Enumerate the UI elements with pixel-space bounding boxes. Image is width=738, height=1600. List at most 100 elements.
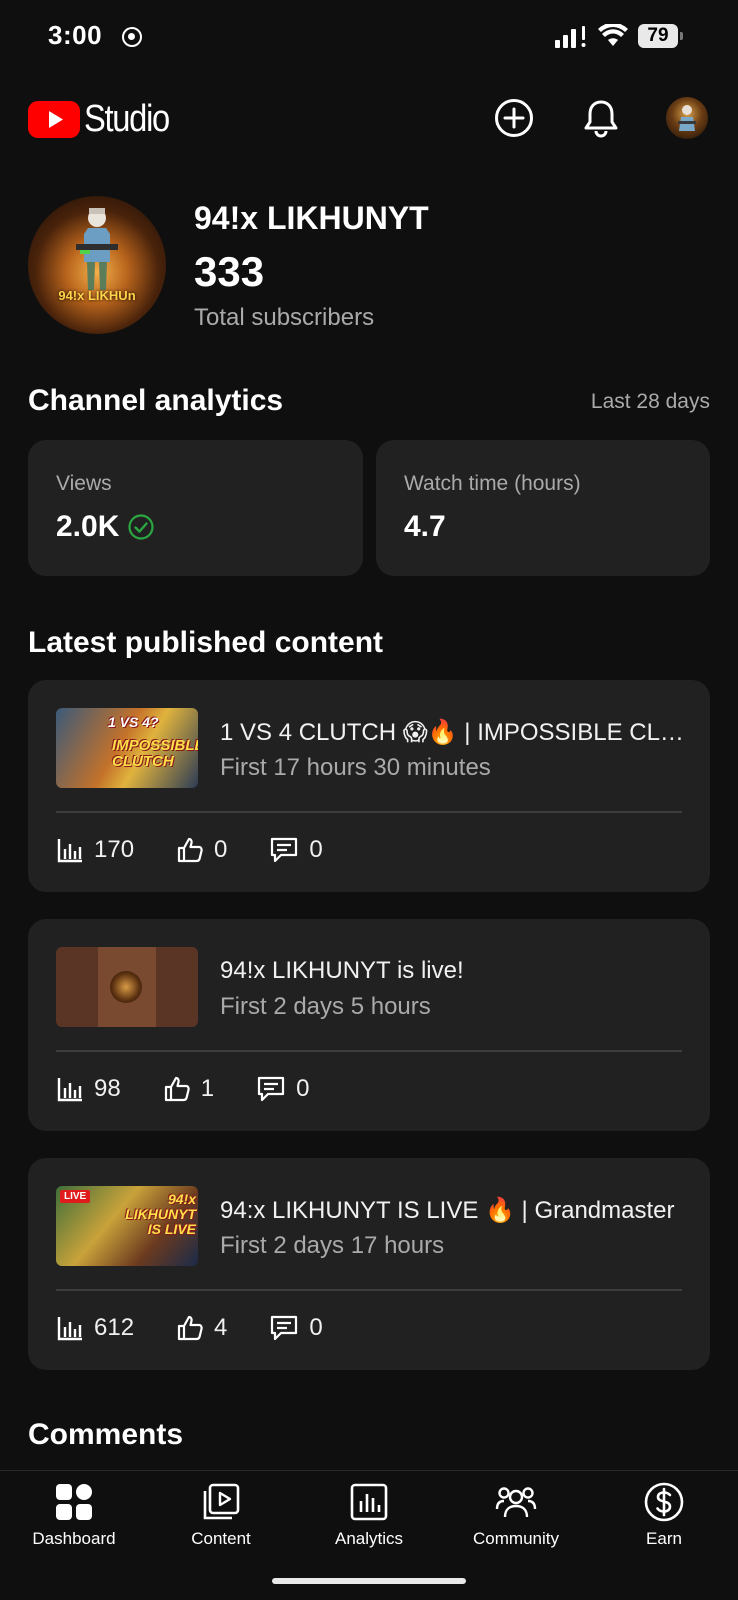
- comments-count: 0: [309, 1314, 323, 1341]
- nav-analytics-label: Analytics: [334, 1529, 404, 1548]
- status-time: 3:00: [48, 20, 103, 50]
- nav-community[interactable]: Community: [446, 1481, 586, 1549]
- comments-count: 0: [296, 1075, 310, 1102]
- video-thumbnail: [56, 947, 198, 1027]
- views-stat: 612: [56, 1314, 134, 1342]
- content-library-icon: [203, 1483, 240, 1520]
- thumbnail-badge-text: 1 VS 4?: [108, 714, 159, 730]
- nav-analytics[interactable]: Analytics: [299, 1481, 439, 1549]
- community-icon: [495, 1487, 537, 1518]
- comments-count: 0: [309, 836, 323, 863]
- account-avatar[interactable]: [666, 97, 708, 139]
- dollar-circle-icon: [644, 1482, 684, 1522]
- views-stat: 170: [56, 836, 134, 864]
- cellular-signal-icon: [555, 26, 586, 48]
- nav-dashboard[interactable]: Dashboard: [4, 1481, 144, 1549]
- divider: [56, 1050, 682, 1052]
- nav-dashboard-label: Dashboard: [32, 1529, 116, 1548]
- bar-chart-icon: [57, 1317, 82, 1341]
- views-count: 98: [94, 1075, 121, 1102]
- video-stats: 612 4 0: [56, 1310, 365, 1346]
- thumbnail-title-text: IMPOSSIBLE CLUTCH: [112, 737, 198, 770]
- watch-time-value: 4.7: [404, 510, 446, 543]
- comments-title: Comments: [28, 1418, 184, 1451]
- video-title: 94!x LIKHUNYT is live!: [220, 957, 464, 984]
- subscriber-count: 333: [194, 248, 265, 295]
- analytics-range: Last 28 days: [590, 390, 710, 413]
- youtube-play-icon: [28, 101, 80, 138]
- watch-time-value-row: 4.7: [404, 510, 446, 544]
- divider: [56, 1289, 682, 1291]
- avatar-figure-icon: [678, 105, 696, 131]
- likes-count: 4: [214, 1314, 228, 1341]
- status-bar: 3:00 79: [0, 0, 738, 72]
- likes-stat: 0: [176, 836, 227, 864]
- views-card[interactable]: Views 2.0K: [28, 440, 363, 576]
- bar-chart-icon: [57, 1078, 82, 1102]
- watch-time-card[interactable]: Watch time (hours) 4.7: [376, 440, 710, 576]
- thumbs-up-icon: [164, 1076, 190, 1102]
- notifications-button[interactable]: [579, 96, 623, 140]
- channel-avatar-art-text: 94!x LIKHUn: [58, 288, 136, 303]
- video-period: First 2 days 5 hours: [220, 993, 431, 1020]
- thumbs-up-icon: [177, 1315, 203, 1341]
- thumbs-up-icon: [177, 837, 203, 863]
- views-label: Views: [56, 472, 112, 495]
- app-header: Studio: [0, 84, 738, 154]
- video-title: 1 VS 4 CLUTCH 😱🔥 | IMPOSSIBLE CLUTCH: [220, 719, 690, 746]
- comments-stat: 0: [269, 1314, 323, 1342]
- bar-chart-icon: [57, 839, 82, 863]
- thumbnail-live-badge: LIVE: [60, 1190, 91, 1203]
- dashboard-icon: [56, 1484, 92, 1520]
- video-thumbnail: LIVE 94!x LIKHUNYT IS LIVE: [56, 1186, 198, 1266]
- screen-record-icon: [122, 27, 142, 47]
- video-period: First 2 days 17 hours: [220, 1232, 445, 1259]
- latest-content-title: Latest published content: [28, 626, 384, 659]
- watch-time-label: Watch time (hours): [404, 472, 581, 495]
- comment-icon: [257, 1076, 285, 1102]
- battery-icon: 79: [638, 24, 683, 48]
- subscriber-label: Total subscribers: [194, 304, 375, 331]
- nav-earn[interactable]: Earn: [594, 1481, 734, 1549]
- views-value: 2.0K: [56, 510, 120, 543]
- content-card[interactable]: LIVE 94!x LIKHUNYT IS LIVE 94:x LIKHUNYT…: [28, 1158, 710, 1370]
- channel-name: 94!x LIKHUNYT: [194, 200, 429, 236]
- video-title: 94:x LIKHUNYT IS LIVE 🔥 | Grandmaster: [220, 1197, 675, 1224]
- video-stats: 98 1 0: [56, 1071, 351, 1107]
- nav-content[interactable]: Content: [151, 1481, 291, 1549]
- create-button[interactable]: [492, 96, 536, 140]
- nav-community-label: Community: [473, 1529, 559, 1548]
- views-count: 170: [94, 836, 135, 863]
- video-thumbnail: 1 VS 4? IMPOSSIBLE CLUTCH: [56, 708, 198, 788]
- video-stats: 170 0 0: [56, 832, 365, 868]
- comments-stat: 0: [269, 836, 323, 864]
- divider: [56, 811, 682, 813]
- views-value-row: 2.0K: [56, 510, 155, 544]
- analytics-icon: [350, 1483, 388, 1521]
- home-indicator[interactable]: [272, 1578, 466, 1584]
- wifi-icon: [598, 24, 628, 46]
- content-card[interactable]: 1 VS 4? IMPOSSIBLE CLUTCH 1 VS 4 CLUTCH …: [28, 680, 710, 892]
- channel-avatar[interactable]: 94!x LIKHUn: [28, 196, 166, 334]
- video-period: First 17 hours 30 minutes: [220, 754, 491, 781]
- comment-icon: [271, 1315, 298, 1341]
- nav-content-label: Content: [191, 1529, 251, 1548]
- check-circle-icon: [128, 514, 154, 540]
- views-stat: 98: [56, 1075, 121, 1103]
- battery-level: 79: [638, 24, 678, 48]
- logo-text: Studio: [84, 98, 170, 140]
- youtube-studio-logo[interactable]: Studio: [28, 98, 183, 141]
- channel-analytics-title: Channel analytics: [28, 384, 284, 417]
- plus-circle-icon: [495, 99, 533, 137]
- thumbnail-title-text: 94!x LIKHUNYT IS LIVE: [125, 1191, 196, 1237]
- likes-count: 0: [214, 836, 228, 863]
- likes-count: 1: [200, 1075, 215, 1102]
- comments-stat: 0: [256, 1075, 309, 1103]
- bell-icon: [584, 100, 618, 138]
- views-count: 612: [94, 1314, 135, 1341]
- likes-stat: 4: [176, 1314, 227, 1342]
- content-card[interactable]: 94!x LIKHUNYT is live! First 2 days 5 ho…: [28, 919, 710, 1131]
- comment-icon: [271, 837, 298, 863]
- likes-stat: 1: [163, 1075, 214, 1103]
- channel-avatar-figure-icon: [76, 208, 118, 290]
